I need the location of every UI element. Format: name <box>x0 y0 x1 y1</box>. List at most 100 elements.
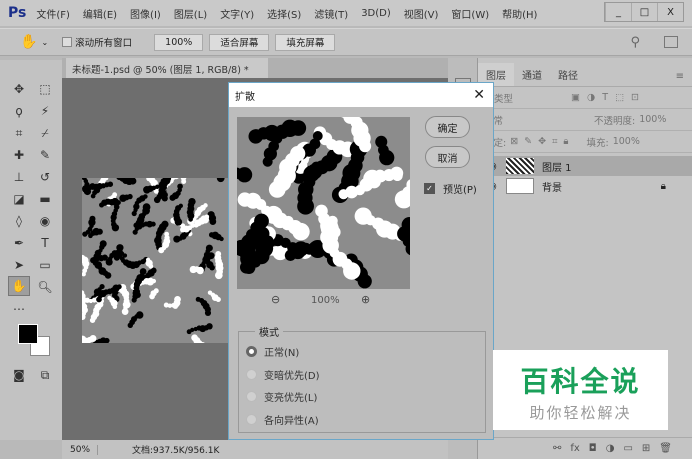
tab-paths[interactable]: 路径 <box>550 63 586 86</box>
pattern-blob <box>177 183 183 190</box>
quick-mask-icon[interactable]: ◙ <box>10 366 28 384</box>
stamp-tool-icon[interactable]: ⊥ <box>10 168 28 186</box>
eraser-tool-icon[interactable]: ◪ <box>10 190 28 208</box>
fill-screen-button[interactable]: 填充屏幕 <box>275 33 336 51</box>
menu-view[interactable]: 视图(V) <box>404 6 439 21</box>
menu-image[interactable]: 图像(I) <box>130 6 161 21</box>
zoom-tool-icon[interactable]: 🔍︎ <box>36 278 54 296</box>
eyedropper-icon[interactable]: ⌿ <box>36 124 54 142</box>
menu-help[interactable]: 帮助(H) <box>502 6 537 21</box>
panel-menu-icon[interactable]: ≡ <box>676 71 684 86</box>
zoom-level[interactable]: 50% <box>62 444 98 455</box>
gradient-tool-icon[interactable]: ▬ <box>36 190 54 208</box>
marquee-tool-icon[interactable]: ⬚ <box>36 80 54 98</box>
blend-mode-select[interactable]: 正常 <box>484 113 594 127</box>
minimize-button[interactable]: _ <box>605 3 631 21</box>
preview-checkbox[interactable]: ✓ <box>424 183 435 194</box>
pattern-blob <box>254 213 269 229</box>
mode-normal-radio[interactable]: 正常(N) <box>246 344 299 359</box>
mode-label: 模式 <box>255 324 283 339</box>
adjustment-icon[interactable]: ◑ <box>606 443 615 454</box>
crop-tool-icon[interactable]: ⌗ <box>10 124 28 142</box>
lasso-tool-icon[interactable]: ϙ <box>10 102 28 120</box>
magic-wand-icon[interactable]: ⚡ <box>36 102 54 120</box>
layer-row[interactable]: ◉ 图层 1 <box>478 156 692 176</box>
fx-icon[interactable]: fx <box>570 443 579 454</box>
pattern-blob <box>392 170 403 182</box>
brush-tool-icon[interactable]: ✎ <box>36 146 54 164</box>
hand-tool-icon[interactable]: ✋ <box>20 34 37 50</box>
document-title: 未标题-1.psd @ 50% (图层 1, RGB/8) * <box>72 65 249 76</box>
mode-anisotropic-radio[interactable]: 各向异性(A) <box>246 412 319 427</box>
menu-type[interactable]: 文字(Y) <box>220 6 254 21</box>
fill-input[interactable]: 100% <box>613 136 640 147</box>
zoom-in-icon[interactable]: ⊕ <box>361 293 370 306</box>
lock-icons[interactable]: ⊠✎✥⌗🔒︎ <box>510 136 574 147</box>
screen-mode-icon[interactable]: ⧉ <box>36 366 54 384</box>
rectangle-tool-icon[interactable]: ▭ <box>36 256 54 274</box>
hand-tool-icon[interactable]: ✋ <box>8 276 30 296</box>
menu-filter[interactable]: 滤镜(T) <box>314 6 348 21</box>
zoom-100-button[interactable]: 100% <box>154 33 204 51</box>
history-brush-icon[interactable]: ↺ <box>36 168 54 186</box>
pattern-blob <box>119 194 127 202</box>
preview-zoom: 100% <box>311 295 340 306</box>
pattern-blob <box>204 309 212 317</box>
filter-icons[interactable]: ▣◑T⬚⊡ <box>571 92 646 103</box>
menu-edit[interactable]: 编辑(E) <box>83 6 117 21</box>
document-size: 文档:937.5K/956.1K <box>132 446 220 456</box>
pattern-blob <box>99 202 105 208</box>
filter-preview[interactable] <box>237 117 410 289</box>
menu-select[interactable]: 选择(S) <box>267 6 301 21</box>
maximize-button[interactable]: □ <box>631 3 657 21</box>
close-icon[interactable]: ✕ <box>473 87 485 103</box>
blur-tool-icon[interactable]: ◊ <box>10 212 28 230</box>
pattern-blob <box>188 217 193 222</box>
lock-row: 锁定: ⊠✎✥⌗🔒︎ 填充: 100% <box>478 131 692 153</box>
layer-row[interactable]: ◉ 背景 🔒︎ <box>478 176 692 196</box>
move-tool-icon[interactable]: ✥ <box>10 80 28 98</box>
zoom-out-icon[interactable]: ⊖ <box>271 293 280 306</box>
pen-tool-icon[interactable]: ✒ <box>10 234 28 252</box>
pattern-blob <box>127 322 133 329</box>
mask-icon[interactable]: ◘ <box>589 443 597 454</box>
dodge-tool-icon[interactable]: ◉ <box>36 212 54 230</box>
scroll-all-label: 滚动所有窗口 <box>75 38 133 49</box>
more-tools-icon[interactable]: ⋯ <box>10 300 28 318</box>
dialog-title: 扩散 <box>235 91 255 103</box>
type-tool-icon[interactable]: T <box>36 234 54 252</box>
opacity-input[interactable]: 100% <box>639 114 666 125</box>
folder-icon[interactable]: ▭ <box>623 443 632 454</box>
menu-window[interactable]: 窗口(W) <box>451 6 489 21</box>
pattern-blob <box>122 290 130 298</box>
fit-screen-button[interactable]: 适合屏幕 <box>209 33 270 51</box>
trash-icon[interactable]: 🗑︎ <box>659 443 672 454</box>
pattern-blob <box>206 323 213 330</box>
mode-darken-radio[interactable]: 变暗优先(D) <box>246 367 320 382</box>
workspace-icon[interactable] <box>664 36 678 48</box>
pattern-blob <box>133 222 139 228</box>
search-icon[interactable]: ⚲ <box>630 35 640 50</box>
link-icon[interactable]: ⚯ <box>553 443 561 454</box>
cancel-button[interactable]: 取消 <box>425 146 470 168</box>
new-layer-icon[interactable]: ⊞ <box>642 443 650 454</box>
mode-lighten-radio[interactable]: 变亮优先(L) <box>246 389 317 404</box>
tab-channels[interactable]: 通道 <box>514 63 550 86</box>
foreground-color[interactable] <box>18 324 38 344</box>
scroll-all-checkbox[interactable] <box>62 37 73 47</box>
watermark-subtitle: 助你轻松解决 <box>529 404 632 422</box>
close-window-button[interactable]: X <box>657 3 683 21</box>
menu-layer[interactable]: 图层(L) <box>174 6 207 21</box>
watermark-title: 百科全说 <box>520 365 641 398</box>
document-tab[interactable]: 未标题-1.psd @ 50% (图层 1, RGB/8) * × <box>66 58 268 87</box>
path-select-icon[interactable]: ➤ <box>10 256 28 274</box>
ok-button[interactable]: 确定 <box>425 116 470 138</box>
pattern-blob <box>290 146 306 162</box>
healing-brush-icon[interactable]: ✚ <box>10 146 28 164</box>
pattern-blob <box>89 317 96 323</box>
pattern-blob <box>145 257 151 262</box>
menu-3d[interactable]: 3D(D) <box>361 8 391 19</box>
chevron-down-icon[interactable]: ⌄ <box>41 38 48 47</box>
menu-file[interactable]: 文件(F) <box>36 6 70 21</box>
pattern-blob <box>204 214 210 220</box>
